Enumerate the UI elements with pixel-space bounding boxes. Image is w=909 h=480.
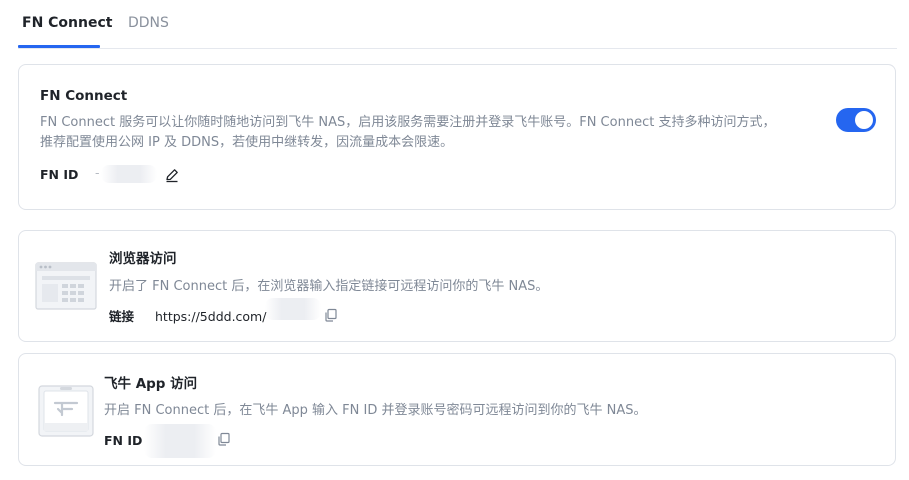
- phone-app-icon: [38, 385, 94, 441]
- app-access-card: 飞牛 App 访问 开启 FN Connect 后，在飞牛 App 输入 FN …: [18, 353, 896, 466]
- browser-access-desc: 开启了 FN Connect 后，在浏览器输入指定链接可远程访问你的飞牛 NAS…: [109, 279, 549, 294]
- browser-access-title: 浏览器访问: [109, 251, 177, 267]
- toggle-knob: [855, 111, 873, 129]
- app-fn-id-redacted: [144, 424, 216, 458]
- tab-bar: FN Connect DDNS: [18, 0, 897, 49]
- fn-connect-card: FN Connect FN Connect 服务可以让你随时随地访问到飞牛 NA…: [18, 64, 896, 210]
- browser-access-card: 浏览器访问 开启了 FN Connect 后，在浏览器输入指定链接可远程访问你的…: [18, 230, 896, 342]
- fn-connect-title: FN Connect: [40, 88, 128, 104]
- fn-connect-desc-line1: FN Connect 服务可以让你随时随地访问到飞牛 NAS，启用该服务需要注册…: [40, 115, 776, 130]
- app-access-desc: 开启 FN Connect 后，在飞牛 App 输入 FN ID 并登录账号密码…: [104, 403, 647, 418]
- link-label: 链接: [109, 309, 135, 324]
- app-access-title: 飞牛 App 访问: [104, 376, 198, 392]
- fn-connect-desc-line2: 推荐配置使用公网 IP 及 DDNS，若使用中继转发，因流量成本会限速。: [40, 135, 454, 150]
- copy-icon[interactable]: [216, 431, 232, 447]
- remote-link-redacted: [265, 298, 321, 320]
- fn-id-value-prefix: -: [95, 165, 100, 180]
- pencil-icon[interactable]: [164, 167, 180, 183]
- fn-id-value-redacted: [101, 165, 157, 183]
- fn-id-label: FN ID: [40, 167, 79, 182]
- fn-connect-toggle[interactable]: [836, 108, 876, 132]
- remote-link[interactable]: https://5ddd.com/: [155, 309, 266, 325]
- copy-icon[interactable]: [323, 307, 339, 323]
- app-fn-id-label: FN ID: [104, 433, 143, 448]
- tab-ddns[interactable]: DDNS: [128, 14, 169, 32]
- browser-window-icon: [35, 262, 97, 314]
- active-tab-indicator: [18, 45, 100, 48]
- tab-fn-connect[interactable]: FN Connect: [22, 14, 112, 32]
